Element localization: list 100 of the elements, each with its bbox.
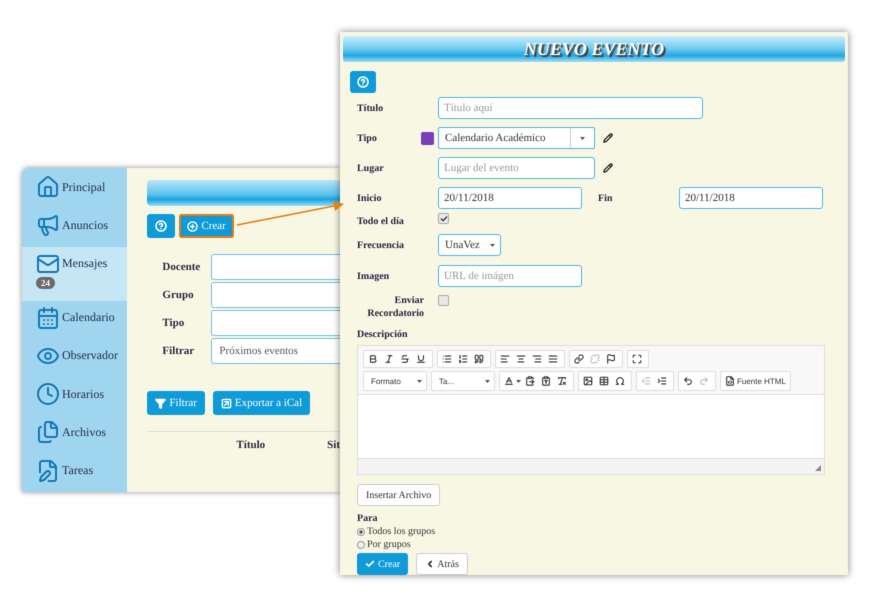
clipboard-icon	[525, 376, 535, 386]
count-badge: 24	[36, 276, 55, 289]
omega-icon	[615, 376, 625, 386]
insert-file-button[interactable]: Insertar Archivo	[357, 484, 440, 506]
pencil-icon	[603, 133, 613, 143]
sidebar-label: Anuncios	[62, 218, 108, 233]
numbered-list-icon	[458, 354, 468, 364]
sidebar-item[interactable]: Tareas	[22, 454, 128, 492]
filter-field[interactable]	[211, 254, 340, 280]
pen-document-icon	[36, 458, 60, 483]
table-icon	[599, 376, 609, 386]
back-button[interactable]: Atrás	[416, 553, 468, 575]
field-label: Docente	[162, 261, 202, 273]
dropdown-button[interactable]: Ta...	[434, 373, 492, 389]
align-left-icon	[500, 354, 510, 364]
checkbox[interactable]	[438, 213, 449, 224]
clipboard-text-icon	[541, 376, 551, 386]
align-center-icon	[516, 354, 526, 364]
sidebar-label: Calendario	[62, 310, 115, 325]
image-url-field[interactable]: URL de imágen	[438, 265, 582, 287]
sidebar-item[interactable]: Observador	[22, 338, 128, 378]
filter-field[interactable]	[211, 310, 340, 336]
rich-text-editor[interactable]: Formato Ta... Fuente HTML	[357, 345, 825, 475]
title-field[interactable]: Título aquí	[438, 97, 703, 119]
indent-icon	[657, 376, 667, 386]
pencil-icon	[603, 163, 613, 173]
field-label: Todo el día	[357, 216, 405, 227]
clock-icon	[36, 382, 60, 406]
caret-icon	[417, 380, 422, 382]
justify-icon	[548, 354, 558, 364]
undo-icon	[683, 376, 693, 386]
field-label: Lugar	[357, 162, 385, 174]
text-color-icon	[504, 376, 514, 386]
field-label: Inicio	[357, 192, 382, 204]
house-icon	[36, 175, 60, 199]
sidebar-label: Mensajes	[62, 256, 108, 272]
resize-handle-icon	[815, 465, 821, 471]
field-label: Descripción	[357, 329, 409, 340]
dropdown-button[interactable]: Formato	[366, 373, 424, 389]
flag-icon	[606, 354, 616, 364]
help-button[interactable]	[147, 214, 176, 238]
sidebar-item[interactable]: Principal	[22, 170, 128, 208]
radio-button[interactable]	[357, 528, 365, 536]
start-date-field[interactable]: 20/11/2018	[438, 187, 582, 209]
radio-button[interactable]	[357, 540, 365, 548]
maximize-icon	[632, 354, 642, 364]
type-select[interactable]: Calendario Académico	[438, 127, 595, 149]
sidebar-label: Tareas	[62, 463, 94, 478]
field-label: Enviar Recordatorio	[366, 295, 425, 320]
filter-field[interactable]: Próximos eventos	[211, 338, 340, 364]
check-icon	[365, 559, 375, 569]
link-icon	[574, 354, 584, 364]
help-icon	[155, 220, 168, 232]
sidebar-item[interactable]: Anuncios	[22, 208, 128, 247]
unlink-icon	[590, 354, 600, 364]
image-icon	[583, 376, 593, 386]
field-label: Título	[357, 102, 384, 114]
sidebar-label: Archivos	[62, 424, 106, 440]
italic-icon	[384, 354, 394, 364]
caret-icon	[580, 136, 585, 140]
strikethrough-icon	[400, 354, 410, 364]
outdent-icon	[641, 376, 651, 386]
files-icon	[36, 420, 60, 444]
sidebar-label: Principal	[62, 180, 106, 194]
sidebar-item[interactable]: Calendario	[22, 300, 128, 339]
end-date-field[interactable]: 20/11/2018	[679, 187, 823, 209]
field-label: Fin	[598, 192, 614, 204]
sidebar-item[interactable]: Mensajes 24	[22, 246, 128, 300]
help-button[interactable]	[350, 71, 376, 93]
field-label: Grupo	[162, 289, 195, 301]
filter-field[interactable]	[211, 282, 340, 308]
source-button[interactable]: Fuente HTML	[723, 373, 788, 389]
field-label: Tipo	[162, 317, 186, 329]
file-code-icon	[725, 376, 735, 386]
field-label: Frecuencia	[357, 240, 406, 250]
radio-label: Por grupos	[367, 539, 411, 550]
help-icon	[357, 76, 369, 88]
window-title: NUEVO EVENTO	[343, 36, 845, 62]
caret-icon	[516, 380, 521, 382]
field-label: Filtrar	[162, 345, 196, 357]
radio-label: Todos los grupos	[367, 526, 436, 537]
bold-icon	[368, 354, 378, 364]
check-icon	[440, 214, 448, 222]
field-label: Imagen	[357, 270, 390, 282]
sidebar-label: Horarios	[62, 386, 104, 402]
place-field[interactable]: Lugar del evento	[438, 157, 595, 179]
sidebar-label: Observador	[62, 348, 118, 364]
sidebar-item[interactable]: Horarios	[22, 377, 128, 416]
column-header: Título	[236, 439, 266, 451]
align-right-icon	[532, 354, 542, 364]
column-header: Sit	[327, 439, 340, 451]
clear-format-icon	[557, 376, 567, 386]
bullet-list-icon	[442, 354, 452, 364]
sidebar-item[interactable]: Archivos	[22, 415, 128, 454]
megaphone-icon	[36, 213, 60, 238]
frequency-select[interactable]: UnaVez	[438, 234, 501, 256]
underline-icon	[416, 354, 426, 364]
caret-icon	[490, 244, 495, 246]
checkbox[interactable]	[438, 295, 449, 306]
funnel-icon	[155, 398, 166, 408]
